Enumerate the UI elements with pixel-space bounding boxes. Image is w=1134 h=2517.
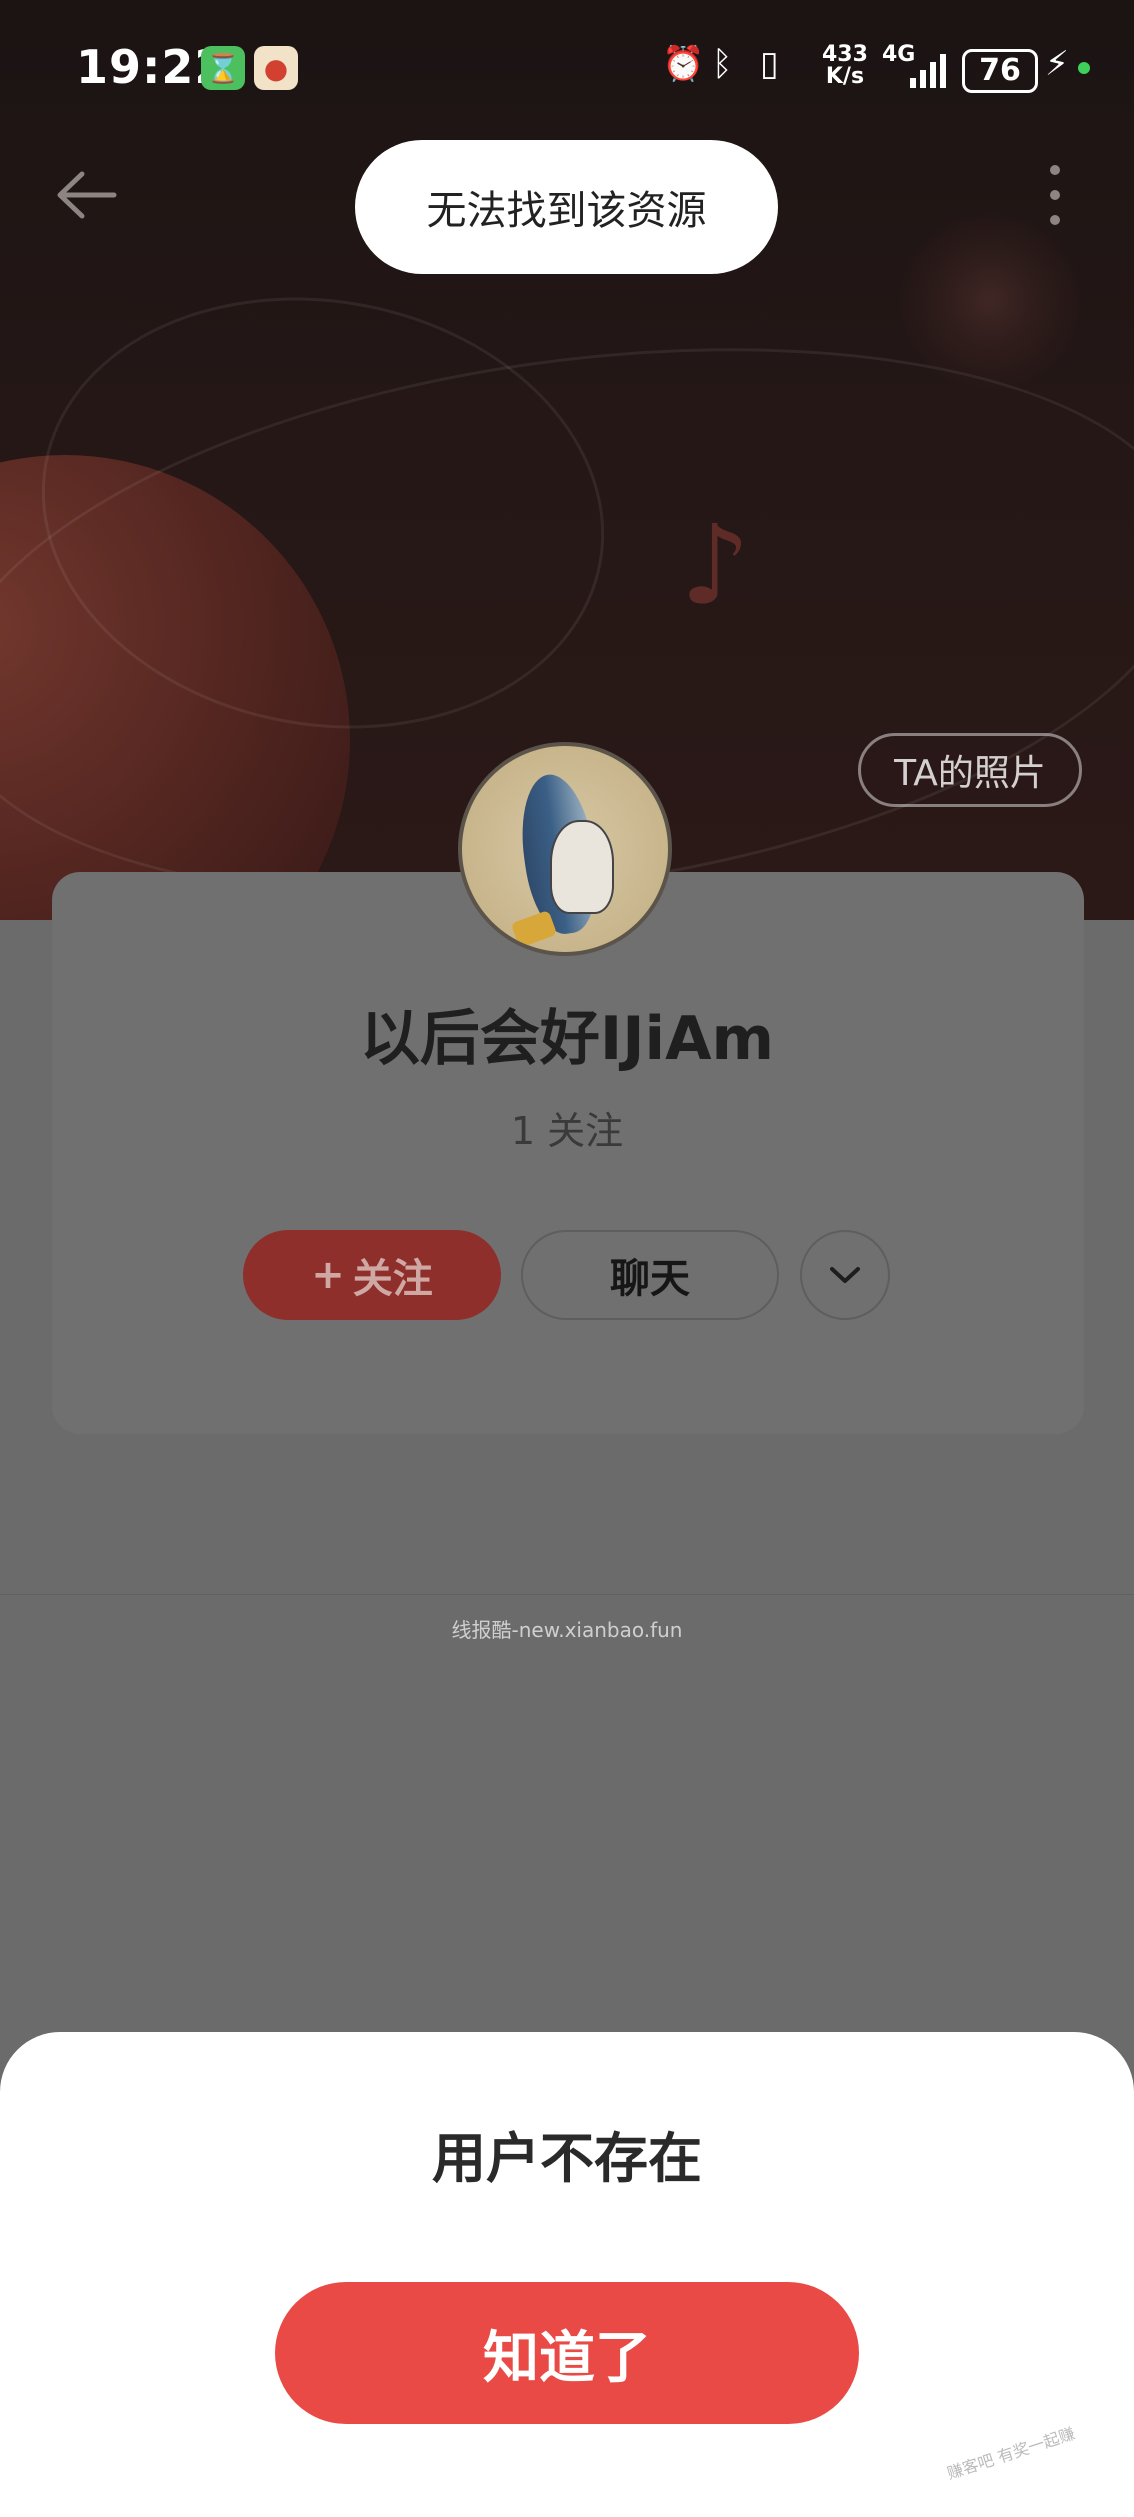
plus-icon: +	[311, 1252, 345, 1298]
photos-button[interactable]: TA的照片	[858, 733, 1082, 807]
music-note-icon: ♪	[680, 501, 751, 629]
vibrate-icon: ▯	[760, 44, 779, 84]
section-divider	[0, 1594, 1134, 1595]
chevron-down-icon	[830, 1267, 860, 1283]
network-speed: 433 K/s	[822, 44, 868, 88]
app-root: ♪ 19:22 ⌛ ● ⏰ ᛒ ▯ 433 K/s 4G 76 ⚡ 无法找到该资…	[0, 0, 1134, 2517]
chat-button[interactable]: 聊天	[521, 1230, 779, 1320]
dialog-title: 用户不存在	[432, 2127, 702, 2190]
follow-button-label: 关注	[352, 1256, 433, 1302]
privacy-indicator-dot	[1078, 62, 1090, 74]
charging-icon: ⚡	[1045, 44, 1069, 84]
hourglass-app-icon: ⌛	[201, 46, 245, 90]
disc-decoration	[900, 210, 1080, 390]
toast-message: 无法找到该资源	[355, 140, 778, 274]
back-arrow-icon[interactable]	[52, 160, 122, 230]
battery-icon: 76	[962, 49, 1038, 93]
follow-count[interactable]: 1 关注	[0, 1100, 1134, 1155]
avatar[interactable]	[458, 742, 672, 956]
profile-username: 以后会好IJiAm	[359, 1004, 775, 1074]
alarm-icon: ⏰	[662, 44, 705, 84]
bottom-sheet-dialog	[0, 2032, 1134, 2517]
bluetooth-icon: ᛒ	[712, 44, 733, 84]
avatar-tail-drawing	[510, 909, 558, 949]
expand-more-button[interactable]	[800, 1230, 890, 1320]
watermark-text: 线报酷-new.xianbao.fun	[451, 1618, 683, 1642]
avatar-character-drawing	[550, 820, 614, 914]
network-speed-unit: K/s	[825, 64, 865, 89]
confirm-button[interactable]: 知道了	[275, 2282, 859, 2424]
status-bar: 19:22 ⌛ ● ⏰ ᛒ ▯ 433 K/s 4G 76 ⚡	[0, 0, 1134, 140]
follow-button[interactable]: + 关注	[243, 1230, 501, 1320]
more-options-icon[interactable]	[1040, 160, 1070, 230]
signal-icon	[910, 48, 946, 88]
tomato-app-icon: ●	[254, 46, 298, 90]
